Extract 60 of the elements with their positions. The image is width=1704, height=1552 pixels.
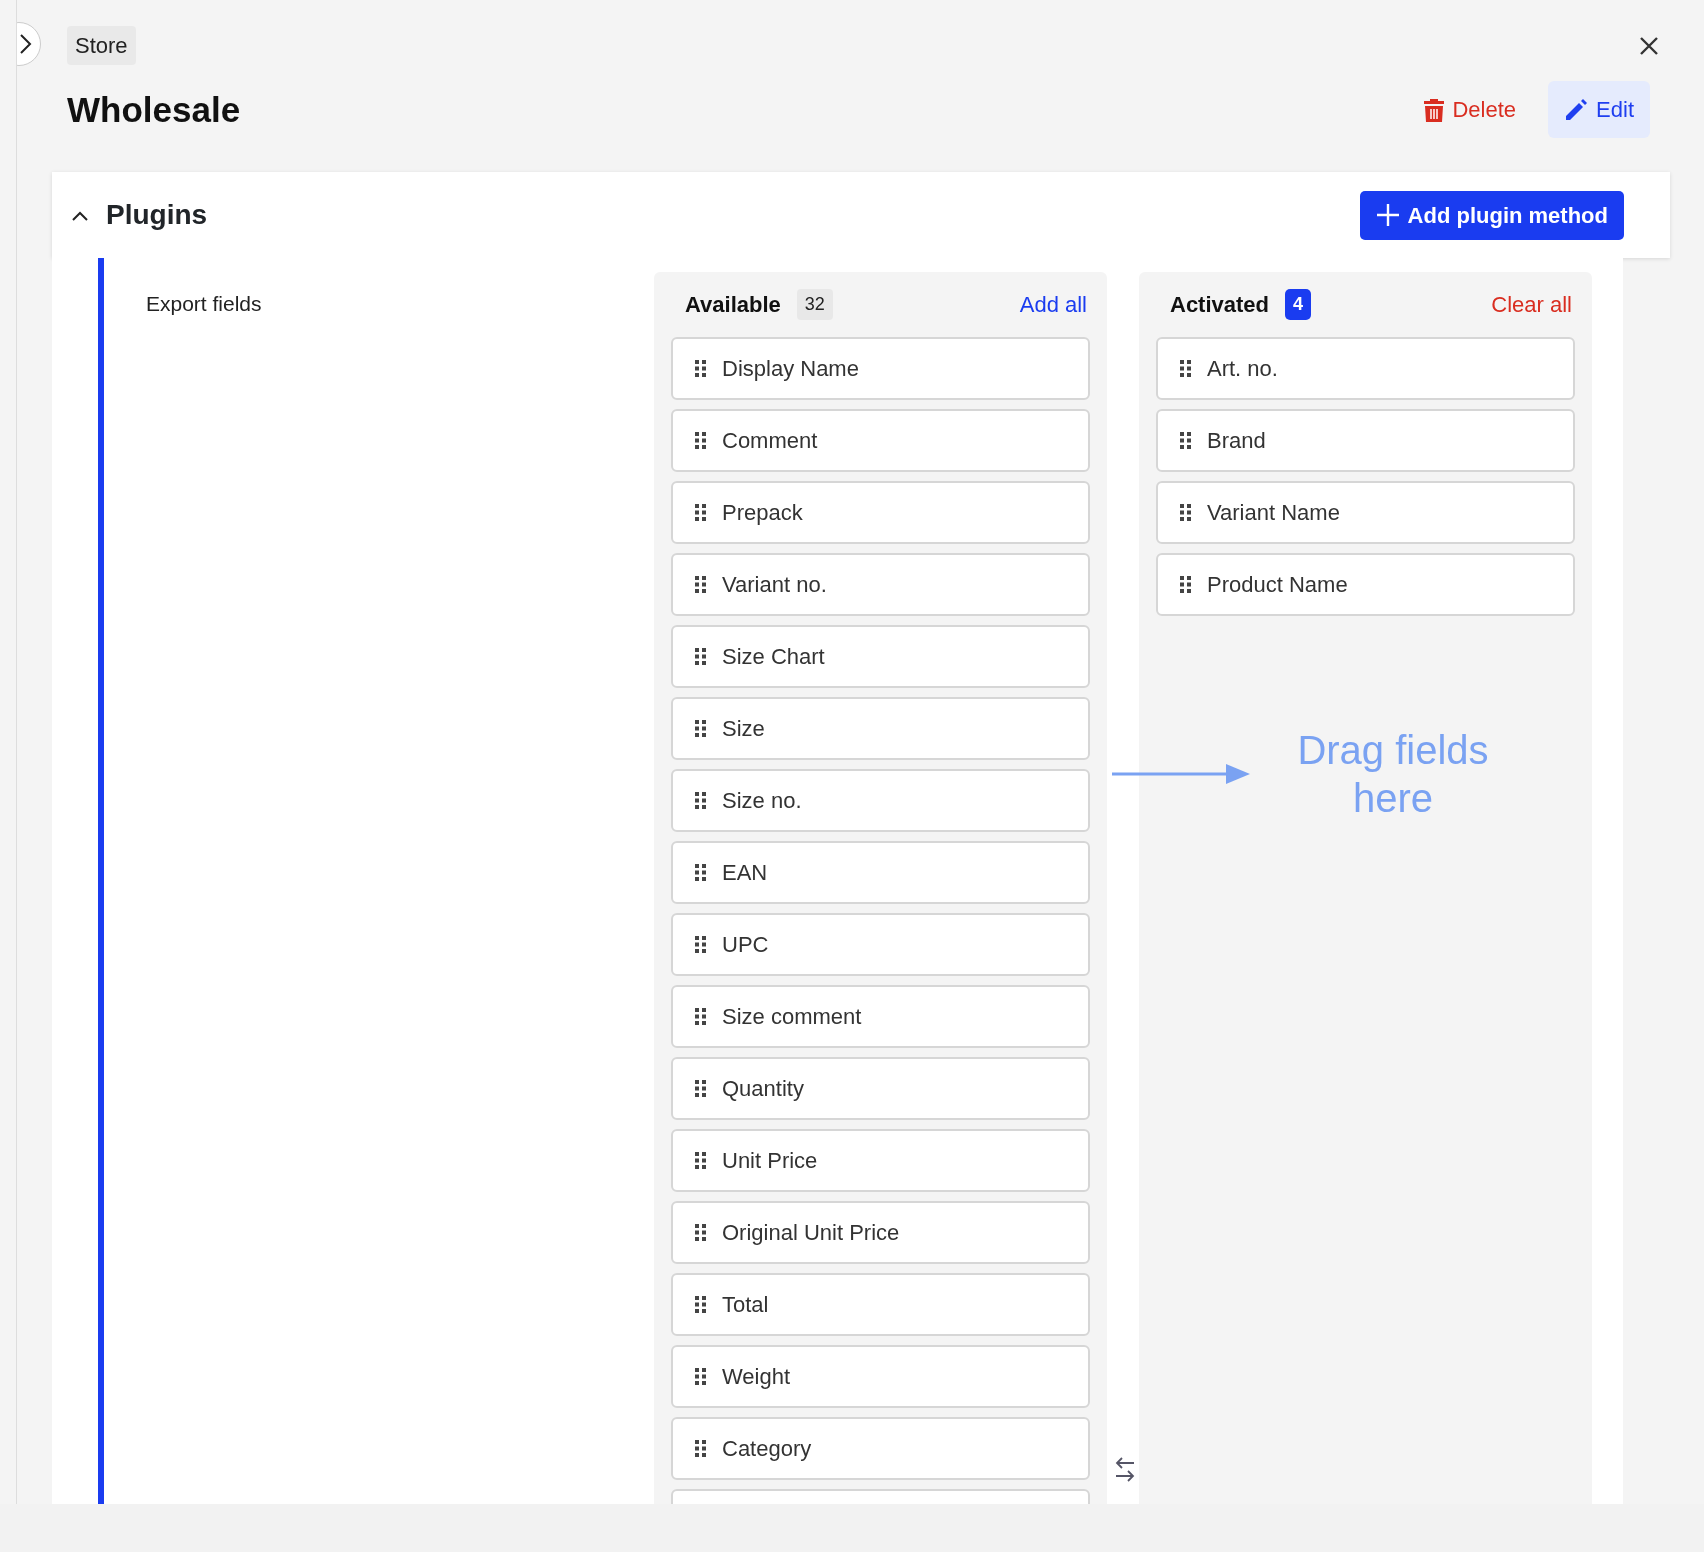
pencil-icon	[1564, 97, 1589, 122]
field-item[interactable]: Total	[671, 1273, 1090, 1336]
drag-handle-icon[interactable]	[695, 792, 706, 809]
drag-handle-icon[interactable]	[695, 432, 706, 449]
field-item[interactable]: Variant no.	[671, 553, 1090, 616]
drag-handle-icon[interactable]	[1180, 432, 1191, 449]
drag-handle-icon[interactable]	[695, 1440, 706, 1457]
field-item[interactable]: Brand	[1156, 409, 1575, 472]
field-label: Export fields	[145, 291, 263, 317]
field-item[interactable]: Display Name	[671, 337, 1090, 400]
drag-handle-icon[interactable]	[695, 360, 706, 377]
swap-arrows-icon[interactable]	[1114, 1455, 1136, 1483]
field-item[interactable]: Quantity	[671, 1057, 1090, 1120]
drag-handle-icon[interactable]	[695, 576, 706, 593]
field-item[interactable]: UPC	[671, 913, 1090, 976]
drop-hint: Drag fields here	[1296, 727, 1490, 822]
edit-button[interactable]: Edit	[1548, 81, 1650, 138]
drag-handle-icon[interactable]	[1180, 360, 1191, 377]
field-item[interactable]: Category	[671, 1417, 1090, 1480]
breadcrumb-tag[interactable]: Store	[67, 26, 136, 65]
add-plugin-button[interactable]: Add plugin method	[1359, 190, 1624, 240]
arrow-icon	[1112, 762, 1250, 786]
field-item[interactable]: Comment	[671, 409, 1090, 472]
field-item[interactable]: Prepack	[671, 481, 1090, 544]
trash-icon	[1424, 97, 1445, 122]
field-item[interactable]: Original Unit Price	[671, 1201, 1090, 1264]
drag-handle-icon[interactable]	[695, 864, 706, 881]
field-item[interactable]: Size no.	[671, 769, 1090, 832]
panel-title: Activated	[1170, 291, 1270, 319]
count-badge: 4	[1285, 289, 1312, 320]
drag-handle-icon[interactable]	[695, 936, 706, 953]
drag-handle-icon[interactable]	[695, 1296, 706, 1313]
drag-handle-icon[interactable]	[1180, 504, 1191, 521]
clear-all-link[interactable]: Clear all	[1491, 288, 1572, 321]
field-item[interactable]: Weight	[671, 1345, 1090, 1408]
drag-handle-icon[interactable]	[695, 504, 706, 521]
drag-handle-icon[interactable]	[695, 1080, 706, 1097]
count-badge: 32	[796, 289, 833, 320]
drag-handle-icon[interactable]	[695, 1152, 706, 1169]
field-item[interactable]: EAN	[671, 841, 1090, 904]
drag-handle-icon[interactable]	[695, 1224, 706, 1241]
drag-handle-icon[interactable]	[695, 648, 706, 665]
field-item[interactable]: Size Chart	[671, 625, 1090, 688]
field-item[interactable]: Size comment	[671, 985, 1090, 1048]
drag-handle-icon[interactable]	[1180, 576, 1191, 593]
plus-icon	[1375, 203, 1400, 227]
delete-button[interactable]: Delete	[1408, 81, 1533, 138]
field-item[interactable]: Size	[671, 697, 1090, 760]
add-all-link[interactable]: Add all	[1019, 288, 1087, 321]
page-title: Wholesale	[67, 88, 241, 131]
chevron-right-icon	[18, 33, 32, 55]
drag-handle-icon[interactable]	[695, 720, 706, 737]
field-item[interactable]: Unit Price	[671, 1129, 1090, 1192]
panel-title: Available	[685, 291, 781, 319]
field-item[interactable]: Variant Name	[1156, 481, 1575, 544]
drag-handle-icon[interactable]	[695, 1368, 706, 1385]
field-item[interactable]: Art. no.	[1156, 337, 1575, 400]
drag-handle-icon[interactable]	[695, 1008, 706, 1025]
field-item[interactable]: Product Name	[1156, 553, 1575, 616]
section-title: Plugins	[106, 198, 208, 232]
